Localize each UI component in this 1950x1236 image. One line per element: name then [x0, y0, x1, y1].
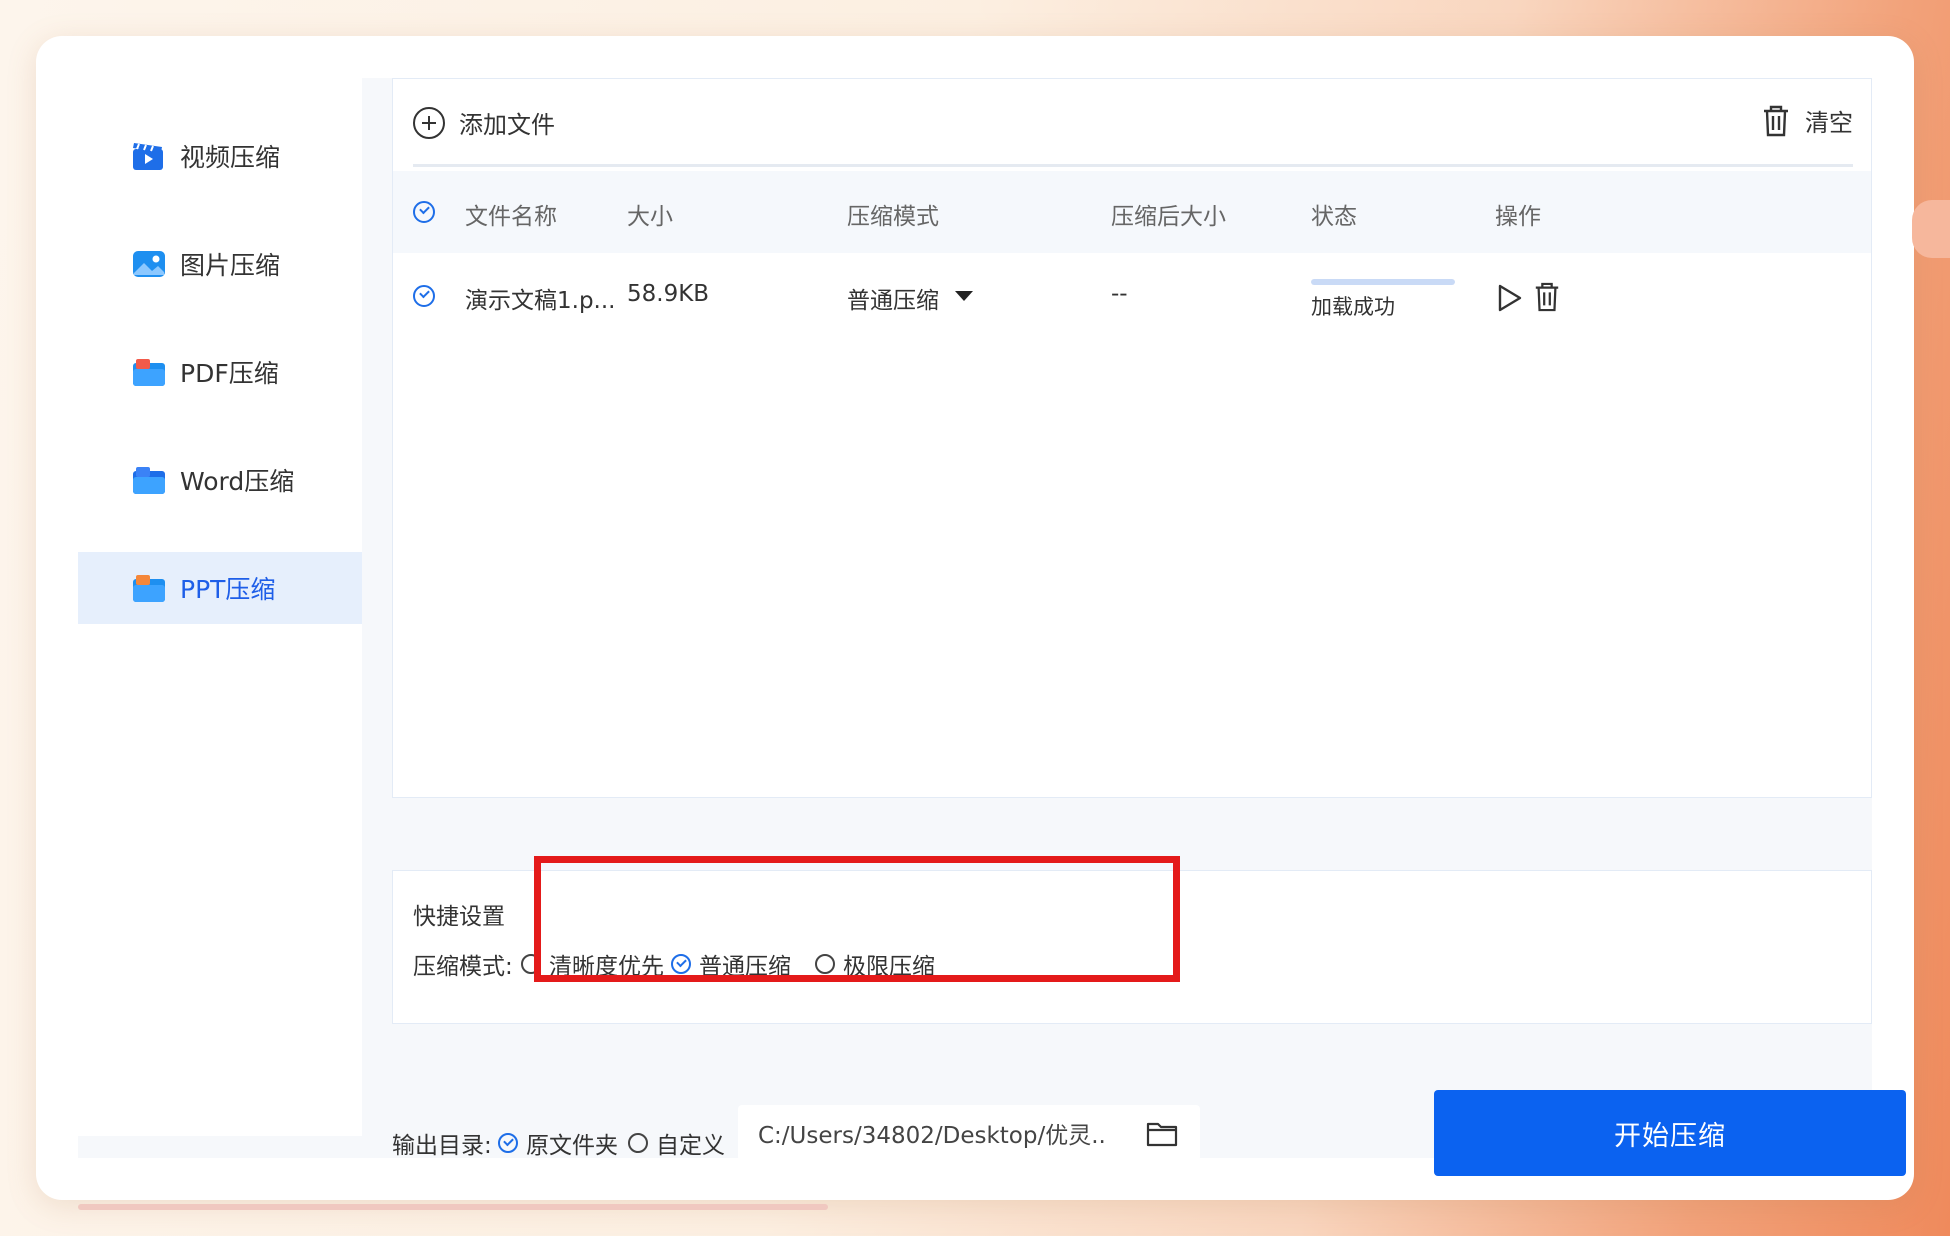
sidebar-item-word[interactable]: Word压缩: [78, 444, 362, 516]
row-checkbox[interactable]: [413, 285, 435, 307]
header-status: 状态: [1311, 204, 1357, 230]
ppt-folder-icon: [132, 573, 166, 603]
delete-row-icon[interactable]: [1533, 281, 1561, 313]
compression-mode-label: 压缩模式:: [413, 954, 513, 980]
status-progress-bar: [1311, 279, 1455, 285]
compressed-size: --: [1111, 281, 1128, 307]
horizontal-scrollbar[interactable]: [78, 1204, 828, 1210]
sidebar-item-label: 图片压缩: [180, 251, 281, 280]
image-icon: [132, 249, 166, 279]
sidebar-item-label: Word压缩: [180, 467, 295, 496]
table-header: 文件名称 大小 压缩模式 压缩后大小 状态 操作: [393, 171, 1871, 253]
toolbar: 添加文件 清空: [413, 79, 1853, 167]
sidebar: 视频压缩 图片压缩 PDF压缩 Word压缩 PPT压缩: [78, 78, 362, 1136]
add-file-button[interactable]: 添加文件: [413, 105, 555, 140]
folder-icon[interactable]: [1146, 1119, 1178, 1147]
chevron-down-icon[interactable]: [955, 291, 973, 301]
table-row[interactable]: 演示文稿1.p... 58.9KB 普通压缩 -- 加载成功: [393, 253, 1871, 347]
file-size: 58.9KB: [627, 281, 710, 307]
radio-label: 自定义: [656, 1133, 725, 1159]
output-path-text: C:/Users/34802/Desktop/优灵..: [758, 1123, 1106, 1149]
sidebar-item-ppt[interactable]: PPT压缩: [78, 552, 362, 624]
clear-button[interactable]: 清空: [1761, 103, 1853, 138]
sidebar-item-label: PPT压缩: [180, 575, 276, 604]
radio-label: 原文件夹: [526, 1133, 618, 1159]
app-window: 视频压缩 图片压缩 PDF压缩 Word压缩 PPT压缩 添加文件 清空 文件名…: [36, 36, 1914, 1210]
compression-mode-select[interactable]: 普通压缩: [847, 281, 939, 315]
sidebar-item-video[interactable]: 视频压缩: [78, 120, 362, 192]
radio-custom-folder[interactable]: 自定义: [628, 1126, 725, 1160]
radio-checked-icon: [498, 1133, 518, 1153]
radio-original-folder[interactable]: 原文件夹: [498, 1126, 618, 1160]
app-content: 视频压缩 图片压缩 PDF压缩 Word压缩 PPT压缩 添加文件 清空 文件名…: [78, 78, 1906, 1176]
select-all-checkbox[interactable]: [413, 201, 435, 223]
status-text: 加载成功: [1311, 295, 1395, 319]
highlight-box: [534, 856, 1180, 982]
output-dir-label: 输出目录:: [392, 1133, 492, 1159]
pdf-folder-icon: [132, 357, 166, 387]
file-list-panel: 添加文件 清空 文件名称 大小 压缩模式 压缩后大小 状态 操作 演示文稿1.p…: [392, 78, 1872, 798]
video-clapper-icon: [132, 141, 166, 171]
header-actions: 操作: [1495, 204, 1541, 230]
play-icon[interactable]: [1497, 283, 1523, 313]
sidebar-item-label: 视频压缩: [180, 143, 281, 172]
add-file-label: 添加文件: [459, 111, 555, 139]
plus-circle-icon: [413, 106, 445, 139]
sidebar-item-pdf[interactable]: PDF压缩: [78, 336, 362, 408]
header-size: 大小: [627, 204, 673, 230]
sidebar-item-image[interactable]: 图片压缩: [78, 228, 362, 300]
header-mode: 压缩模式: [847, 204, 939, 230]
trash-icon: [1764, 105, 1788, 136]
radio-circle-icon: [628, 1133, 648, 1153]
word-folder-icon: [132, 465, 166, 495]
clear-label: 清空: [1805, 109, 1853, 137]
start-compress-button[interactable]: 开始压缩: [1434, 1090, 1906, 1176]
output-path-field[interactable]: C:/Users/34802/Desktop/优灵..: [738, 1105, 1200, 1161]
progress-fill: [1311, 279, 1455, 285]
header-name: 文件名称: [465, 204, 557, 230]
file-name: 演示文稿1.p...: [465, 288, 616, 314]
sidebar-item-label: PDF压缩: [180, 359, 279, 388]
quick-settings-title: 快捷设置: [413, 904, 505, 930]
header-compressed-size: 压缩后大小: [1111, 204, 1226, 230]
side-handle: [1912, 200, 1950, 258]
